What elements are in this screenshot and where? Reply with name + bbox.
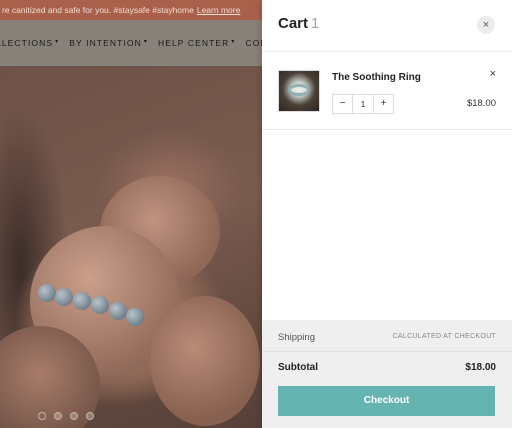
close-icon[interactable]: × xyxy=(477,16,495,34)
checkout-button[interactable]: Checkout xyxy=(278,386,495,416)
slide-dot[interactable] xyxy=(54,412,62,420)
cart-footer: Shipping CALCULATED AT CHECKOUT Subtotal… xyxy=(262,320,512,428)
announcement-text: re canitized and safe for you. #staysafe… xyxy=(2,5,194,15)
product-name[interactable]: The Soothing Ring xyxy=(332,72,421,83)
nav-item-help-center[interactable]: HELP CENTER ▾ xyxy=(158,38,236,48)
ring-bead xyxy=(126,308,144,326)
ring-bead xyxy=(38,284,56,302)
hero-image-finger xyxy=(150,296,260,426)
shipping-label: Shipping xyxy=(278,332,315,343)
quantity-input[interactable]: 1 xyxy=(353,99,373,109)
ring-bead xyxy=(73,292,91,310)
item-price: $18.00 xyxy=(466,98,496,109)
cart-count: 1 xyxy=(311,15,320,32)
nav-item-by-intention[interactable]: BY INTENTION ▾ xyxy=(69,38,148,48)
cart-drawer: Cart 1 × The Soothing Ring × − 1 + $18.00… xyxy=(262,0,512,428)
slide-dot[interactable] xyxy=(86,412,94,420)
ring-image xyxy=(288,84,310,96)
shipping-row: Shipping CALCULATED AT CHECKOUT xyxy=(262,320,512,352)
remove-item-icon[interactable]: × xyxy=(490,68,496,80)
ring-bead xyxy=(55,288,73,306)
nav-item-collections[interactable]: LLECTIONS ▾ xyxy=(0,38,59,48)
slideshow-dots xyxy=(38,412,94,420)
subtotal-value: $18.00 xyxy=(465,362,496,373)
increase-quantity-button[interactable]: + xyxy=(373,95,393,113)
subtotal-label: Subtotal xyxy=(278,362,318,373)
product-thumbnail[interactable] xyxy=(278,70,320,112)
cart-title: Cart 1 xyxy=(278,15,320,32)
chevron-down-icon: ▾ xyxy=(55,38,60,45)
decrease-quantity-button[interactable]: − xyxy=(333,95,353,113)
learn-more-link[interactable]: Learn more xyxy=(197,5,240,15)
chevron-down-icon: ▾ xyxy=(231,38,236,45)
slide-dot[interactable] xyxy=(38,412,46,420)
shipping-value: CALCULATED AT CHECKOUT xyxy=(392,333,496,340)
cart-line-item: The Soothing Ring × − 1 + $18.00 xyxy=(262,52,512,130)
chevron-down-icon: ▾ xyxy=(143,38,148,45)
quantity-stepper: − 1 + xyxy=(332,94,394,114)
ring-bead xyxy=(91,296,109,314)
slide-dot[interactable] xyxy=(70,412,78,420)
ring-bead xyxy=(109,302,127,320)
cart-header: Cart 1 × xyxy=(262,0,512,52)
